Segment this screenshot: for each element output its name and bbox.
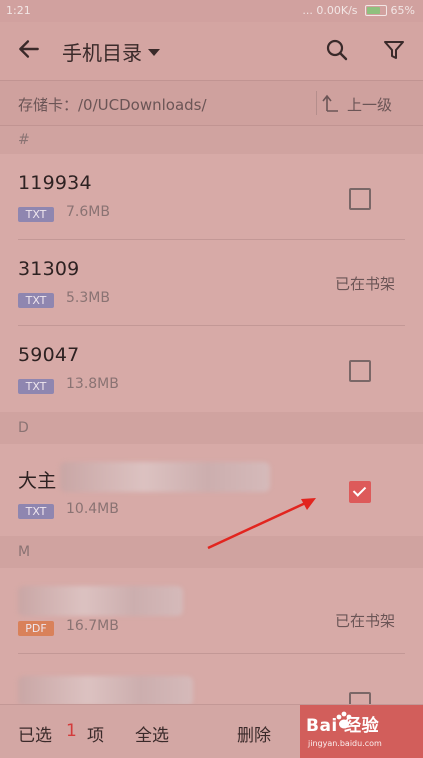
filter-icon[interactable]	[382, 38, 406, 62]
status-time: 1:21	[6, 4, 31, 17]
section-header-d: D	[0, 412, 423, 444]
file-item[interactable]: 大主 TXT 10.4MB	[0, 444, 423, 536]
battery-icon	[364, 5, 387, 16]
search-icon[interactable]	[325, 38, 349, 62]
file-size: 16.7MB	[66, 618, 119, 634]
on-shelf-status: 已在书架	[335, 275, 396, 293]
selected-count: 1	[66, 721, 77, 741]
file-item[interactable]: 59047 TXT 13.8MB	[0, 326, 423, 412]
directory-title-dropdown[interactable]: 手机目录	[62, 37, 160, 66]
select-checkbox[interactable]	[349, 188, 371, 210]
file-type-badge: TXT	[18, 293, 54, 308]
battery-level: 65%	[390, 4, 415, 17]
pathbar-divider	[316, 91, 317, 115]
select-checkbox[interactable]	[349, 360, 371, 382]
file-size: 5.3MB	[66, 290, 110, 306]
file-type-badge: PDF	[18, 621, 54, 636]
file-name: 大主	[18, 470, 57, 492]
section-header-hash: #	[0, 126, 423, 154]
file-name: 119934	[18, 172, 92, 194]
blurred-filename	[60, 462, 270, 492]
file-size: 13.8MB	[66, 376, 119, 392]
watermark-text: Bai 经验	[306, 716, 380, 736]
app-bar: 手机目录	[0, 22, 423, 80]
network-speed: ... 0.00K/s	[302, 4, 358, 17]
file-item[interactable]: 119934 TXT 7.6MB	[0, 154, 423, 240]
current-path: 存储卡：/0/UCDownloads/	[18, 96, 207, 114]
bottom-action-bar: 已选 1 项 全选 删除 Bai 经验 jingyan.baidu.com	[0, 704, 423, 758]
dropdown-caret-icon	[148, 49, 160, 56]
select-all-button[interactable]: 全选	[135, 721, 169, 746]
status-bar: 1:21 ... 0.00K/s 65%	[0, 0, 423, 22]
blurred-filename	[18, 676, 193, 706]
watermark-url: jingyan.baidu.com	[308, 739, 382, 748]
file-name: 31309	[18, 258, 80, 280]
section-header-m: M	[0, 536, 423, 568]
file-item[interactable]: 31309 TXT 5.3MB 已在书架	[0, 240, 423, 326]
file-size: 7.6MB	[66, 204, 110, 220]
path-bar: 存储卡：/0/UCDownloads/ 上一级	[0, 80, 423, 126]
file-item[interactable]	[0, 654, 423, 714]
up-level-button[interactable]: 上一级	[347, 94, 392, 115]
file-item[interactable]: PDF 16.7MB 已在书架	[0, 568, 423, 654]
baidu-jingyan-watermark: Bai 经验 jingyan.baidu.com	[300, 705, 423, 758]
file-name: 59047	[18, 344, 80, 366]
on-shelf-status: 已在书架	[335, 612, 396, 630]
file-size: 10.4MB	[66, 501, 119, 517]
selected-label: 已选	[18, 726, 52, 746]
delete-button[interactable]: 删除	[237, 721, 271, 746]
back-arrow-icon[interactable]	[16, 36, 42, 62]
select-checkbox-checked[interactable]	[349, 481, 371, 503]
blurred-filename	[18, 586, 183, 616]
page-title: 手机目录	[62, 41, 142, 65]
status-indicators: ... 0.00K/s 65%	[302, 4, 415, 17]
selected-unit: 项	[87, 726, 104, 746]
file-type-badge: TXT	[18, 379, 54, 394]
file-type-badge: TXT	[18, 504, 54, 519]
up-level-icon[interactable]	[322, 93, 340, 113]
file-type-badge: TXT	[18, 207, 54, 222]
